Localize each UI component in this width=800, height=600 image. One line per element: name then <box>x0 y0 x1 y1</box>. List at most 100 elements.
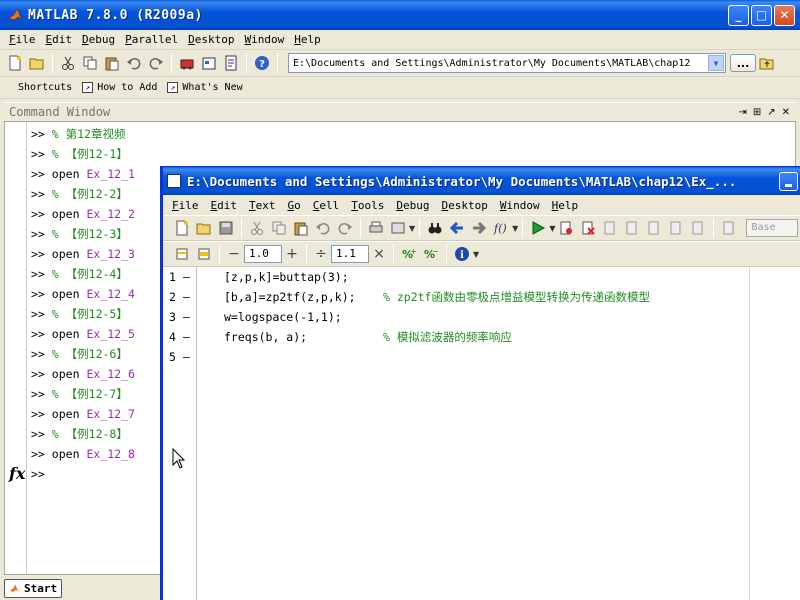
editor-print-button[interactable] <box>365 217 387 239</box>
file-link[interactable]: Ex_12_1 <box>86 167 134 181</box>
redo-button[interactable] <box>145 52 167 74</box>
remove-percent-button[interactable]: % − <box>420 243 442 265</box>
file-link[interactable]: Ex_12_5 <box>86 327 134 341</box>
menu-window[interactable]: Window <box>239 33 289 46</box>
editor-clear-breakpoints-button[interactable] <box>577 217 599 239</box>
editor-undo-button[interactable] <box>312 217 334 239</box>
undock-icon[interactable]: ↗ <box>767 107 775 118</box>
new-file-button[interactable] <box>4 52 26 74</box>
editor-forward-button[interactable] <box>468 217 490 239</box>
editor-menu-window[interactable]: Window <box>494 199 546 212</box>
multiply-button[interactable]: × <box>369 246 389 262</box>
go-up-folder-button[interactable] <box>756 52 778 74</box>
chevron-down-icon[interactable]: ▼ <box>473 250 479 259</box>
evaluate-cell-button[interactable] <box>193 243 215 265</box>
code-line[interactable]: 2– [b,a]=zp2tf(z,p,k); % zp2tf函数由零极点增益模型转换… <box>163 287 749 307</box>
cut-button[interactable] <box>57 52 79 74</box>
copy-button[interactable] <box>79 52 101 74</box>
shortcut-whats-new[interactable]: ↗ What's New <box>167 82 243 93</box>
chevron-down-icon[interactable]: ▼ <box>708 55 724 71</box>
editor-menu-text[interactable]: Text <box>243 199 282 212</box>
code-editor[interactable]: 1– [z,p,k]=buttap(3); 2– [b,a]=zp2tf(z,p,k)… <box>163 267 800 600</box>
code-line[interactable]: 3– w=logspace(-1,1); <box>163 307 749 327</box>
menu-parallel[interactable]: Parallel <box>120 33 183 46</box>
menu-debug[interactable]: Debug <box>77 33 120 46</box>
editor-titlebar[interactable]: E:\Documents and Settings\Administrator\… <box>163 167 800 195</box>
file-link[interactable]: Ex_12_8 <box>86 447 134 461</box>
profiler-button[interactable] <box>220 52 242 74</box>
close-pane-icon[interactable]: ✕ <box>782 107 790 118</box>
editor-find-button[interactable] <box>424 217 446 239</box>
editor-menu-go[interactable]: Go <box>282 199 307 212</box>
breakpoint-marker[interactable]: – <box>183 307 193 327</box>
simulink-button[interactable] <box>176 52 198 74</box>
breakpoint-marker[interactable]: – <box>183 287 193 307</box>
file-link[interactable]: Ex_12_6 <box>86 367 134 381</box>
editor-menu-desktop[interactable]: Desktop <box>436 199 494 212</box>
chevron-down-icon[interactable]: ▼ <box>409 224 415 233</box>
insert-cell-button[interactable] <box>171 243 193 265</box>
editor-open-button[interactable] <box>193 217 215 239</box>
editor-exit-debug-button[interactable] <box>687 217 709 239</box>
menu-help[interactable]: Help <box>289 33 326 46</box>
editor-menu-edit[interactable]: Edit <box>205 199 244 212</box>
editor-minimize-button[interactable] <box>779 171 798 191</box>
editor-cut-button[interactable] <box>246 217 268 239</box>
code-line[interactable]: 4– freqs(b, a); % 模拟滤波器的频率响应 <box>163 327 749 347</box>
editor-step-button[interactable] <box>599 217 621 239</box>
start-button[interactable]: Start <box>4 578 63 598</box>
divide-button[interactable]: ÷ <box>311 246 331 262</box>
menu-file[interactable]: File <box>4 33 41 46</box>
editor-stack-button[interactable] <box>718 217 740 239</box>
editor-menu-file[interactable]: File <box>166 199 205 212</box>
editor-function-button[interactable]: f() <box>490 217 512 239</box>
editor-menu-cell[interactable]: Cell <box>307 199 346 212</box>
current-folder-combo[interactable]: E:\Documents and Settings\Administrator\… <box>288 53 726 73</box>
shortcut-how-to-add[interactable]: ↗ How to Add <box>82 82 157 93</box>
cell-info-button[interactable]: i <box>451 243 473 265</box>
editor-continue-button[interactable] <box>665 217 687 239</box>
open-file-button[interactable] <box>26 52 48 74</box>
stack-select[interactable]: Base <box>746 219 799 237</box>
guide-button[interactable] <box>198 52 220 74</box>
breakpoint-marker[interactable]: – <box>183 327 193 347</box>
breakpoint-marker[interactable]: – <box>183 267 193 287</box>
minimize-button[interactable]: _ <box>728 4 749 26</box>
code-line[interactable]: 5– <box>163 347 749 367</box>
editor-new-button[interactable] <box>171 217 193 239</box>
paste-button[interactable] <box>101 52 123 74</box>
cell-step-input[interactable]: 1.0 <box>244 245 282 263</box>
maximize-pane-icon[interactable]: ⊞ <box>753 107 761 118</box>
editor-publish-button[interactable] <box>387 217 409 239</box>
editor-save-button[interactable] <box>215 217 237 239</box>
dock-icon[interactable]: ⇥ <box>738 107 746 118</box>
editor-run-button[interactable] <box>527 217 549 239</box>
editor-paste-button[interactable] <box>290 217 312 239</box>
decrement-button[interactable]: − <box>224 246 244 262</box>
maximize-button[interactable]: □ <box>751 4 772 26</box>
help-button[interactable]: ? <box>251 52 273 74</box>
file-link[interactable]: Ex_12_4 <box>86 287 134 301</box>
editor-set-breakpoint-button[interactable] <box>555 217 577 239</box>
breakpoint-marker[interactable]: – <box>183 347 193 367</box>
editor-menu-debug[interactable]: Debug <box>390 199 435 212</box>
file-link[interactable]: Ex_12_7 <box>86 407 134 421</box>
increment-button[interactable]: + <box>282 246 302 262</box>
insert-percent-button[interactable]: % + <box>398 243 420 265</box>
editor-step-in-button[interactable] <box>621 217 643 239</box>
chevron-down-icon[interactable]: ▼ <box>512 224 518 233</box>
file-link[interactable]: Ex_12_3 <box>86 247 134 261</box>
editor-step-out-button[interactable] <box>643 217 665 239</box>
code-line[interactable]: 1– [z,p,k]=buttap(3); <box>163 267 749 287</box>
close-button[interactable]: ✕ <box>774 4 795 26</box>
file-link[interactable]: Ex_12_2 <box>86 207 134 221</box>
menu-desktop[interactable]: Desktop <box>183 33 239 46</box>
fx-icon[interactable]: fx <box>9 464 25 483</box>
cell-scale-input[interactable]: 1.1 <box>331 245 369 263</box>
menu-edit[interactable]: Edit <box>41 33 78 46</box>
editor-window[interactable]: E:\Documents and Settings\Administrator\… <box>160 166 800 600</box>
editor-menu-help[interactable]: Help <box>546 199 585 212</box>
main-titlebar[interactable]: MATLAB 7.8.0 (R2009a) _ □ ✕ <box>0 0 800 30</box>
editor-back-button[interactable] <box>446 217 468 239</box>
editor-menu-tools[interactable]: Tools <box>345 199 390 212</box>
